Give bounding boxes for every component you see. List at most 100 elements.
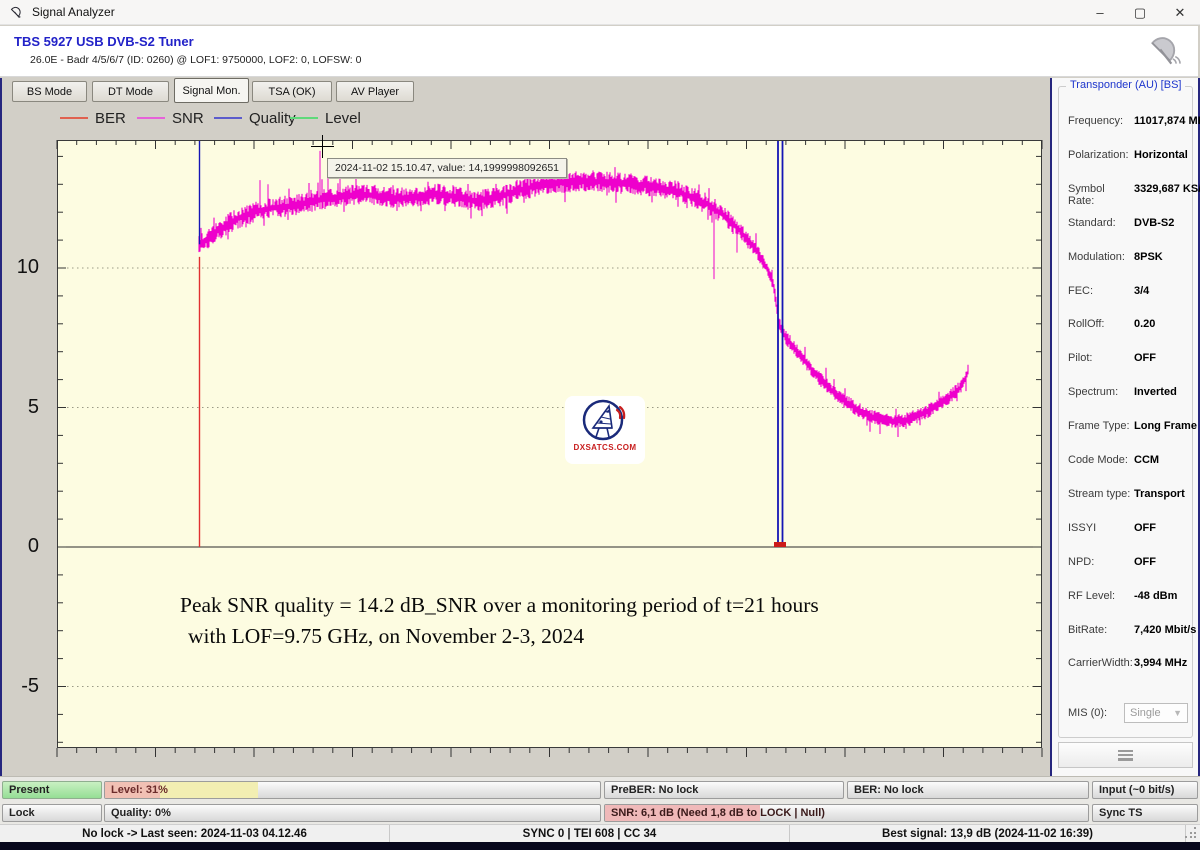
hamburger-icon bbox=[1118, 750, 1133, 761]
legend-line-icon bbox=[290, 117, 318, 119]
annotation-line-1: Peak SNR quality = 14.2 dB_SNR over a mo… bbox=[180, 590, 1040, 621]
resize-grip[interactable] bbox=[1185, 827, 1198, 840]
y-tick-label: 5 bbox=[2, 396, 47, 419]
transponder-row: RF Level:-48 dBm bbox=[1068, 590, 1188, 604]
transponder-field-value: 11017,874 MHz bbox=[1134, 115, 1200, 129]
title-bar: Signal Analyzer – ▢ ✕ bbox=[0, 0, 1200, 25]
header: TBS 5927 USB DVB-S2 Tuner 26.0E - Badr 4… bbox=[0, 26, 1198, 77]
transponder-row: Stream type:Transport bbox=[1068, 488, 1188, 502]
mis-label: MIS (0): bbox=[1068, 707, 1124, 719]
tab-bar: BS ModeDT ModeSignal Mon.TSA (OK)AV Play… bbox=[2, 78, 1048, 104]
legend-item-quality: Quality bbox=[214, 108, 296, 128]
transponder-field-label: RF Level: bbox=[1068, 590, 1134, 604]
signal-monitor-chart: BERSNRQualityLevel 1050-5 2024-11-02 15.… bbox=[2, 104, 1050, 776]
satellite-dish-icon bbox=[1146, 32, 1184, 70]
transponder-row: Standard:DVB-S2 bbox=[1068, 217, 1188, 231]
annotation-line-2: with LOF=9.75 GHz, on November 2-3, 2024 bbox=[180, 621, 1040, 652]
statusbar-section-2: SYNC 0 | TEI 608 | CC 34 bbox=[390, 825, 790, 842]
mis-value: Single bbox=[1130, 707, 1161, 719]
transponder-row: RollOff:0.20 bbox=[1068, 318, 1188, 332]
transponder-field-label: Frame Type: bbox=[1068, 420, 1134, 434]
transponder-field-label: Symbol Rate: bbox=[1068, 183, 1134, 197]
transponder-field-label: Code Mode: bbox=[1068, 454, 1134, 468]
status-bar-text: BER: No lock bbox=[854, 782, 924, 799]
transponder-field-label: NPD: bbox=[1068, 556, 1134, 570]
transponder-field-label: FEC: bbox=[1068, 285, 1134, 299]
statusbar-section-1: No lock -> Last seen: 2024-11-03 04.12.4… bbox=[0, 825, 390, 842]
transponder-group-title: Transponder (AU) [BS] bbox=[1066, 79, 1185, 91]
tab-signal-mon[interactable]: Signal Mon. bbox=[174, 78, 249, 103]
transponder-row: Code Mode:CCM bbox=[1068, 454, 1188, 468]
transponder-field-value: 8PSK bbox=[1134, 251, 1163, 265]
tab-av-player[interactable]: AV Player bbox=[336, 81, 414, 102]
status-bar: No lock -> Last seen: 2024-11-03 04.12.4… bbox=[0, 824, 1200, 842]
legend-item-snr: SNR bbox=[137, 108, 204, 128]
dxsatcs-logo-text: DXSATCS.COM bbox=[574, 443, 637, 452]
transponder-field-label: Spectrum: bbox=[1068, 386, 1134, 400]
transponder-field-label: Pilot: bbox=[1068, 352, 1134, 366]
panel-menu-button[interactable] bbox=[1058, 742, 1193, 768]
chart-plot[interactable] bbox=[57, 140, 1042, 748]
close-button[interactable]: ✕ bbox=[1160, 0, 1200, 25]
transponder-field-value: Transport bbox=[1134, 488, 1185, 502]
status-bar-syncts: Sync TS bbox=[1092, 804, 1198, 822]
transponder-row: Symbol Rate:3329,687 KS/s bbox=[1068, 183, 1188, 197]
transponder-field-value: Horizontal bbox=[1134, 149, 1188, 163]
status-bar-text: SNR: 6,1 dB (Need 1,8 dB to LOCK | Null) bbox=[611, 805, 825, 822]
transponder-sidebar: Transponder (AU) [BS] Frequency:11017,87… bbox=[1050, 78, 1198, 776]
dxsatcs-logo-icon bbox=[579, 398, 631, 444]
minimize-button[interactable]: – bbox=[1080, 0, 1120, 25]
transponder-row: BitRate:7,420 Mbit/s bbox=[1068, 624, 1188, 638]
tab-tsa-ok[interactable]: TSA (OK) bbox=[252, 81, 332, 102]
transponder-field-value: 3,994 MHz bbox=[1134, 657, 1187, 671]
status-bar-text: Present bbox=[9, 782, 49, 799]
data-point-tooltip: 2024-11-02 15.10.47, value: 14,199999809… bbox=[327, 158, 567, 178]
transponder-field-value: -48 dBm bbox=[1134, 590, 1177, 604]
y-tick-label: -5 bbox=[2, 675, 47, 698]
maximize-button[interactable]: ▢ bbox=[1120, 0, 1160, 25]
status-bar-quality: Quality: 0% bbox=[104, 804, 601, 822]
status-bar-text: Level: 31% bbox=[111, 782, 168, 799]
transponder-groupbox: Transponder (AU) [BS] Frequency:11017,87… bbox=[1058, 86, 1193, 738]
window-border-bottom bbox=[0, 842, 1200, 850]
transponder-field-value: CCM bbox=[1134, 454, 1159, 468]
chart-legend: BERSNRQualityLevel bbox=[2, 108, 1042, 128]
status-bar-preber: PreBER: No lock bbox=[604, 781, 844, 799]
mis-dropdown[interactable]: Single ▼ bbox=[1124, 703, 1188, 723]
transponder-field-label: Standard: bbox=[1068, 217, 1134, 231]
statusbar-section-3: Best signal: 13,9 dB (2024-11-02 16:39) bbox=[790, 825, 1186, 842]
legend-line-icon bbox=[214, 117, 242, 119]
transponder-field-label: Stream type: bbox=[1068, 488, 1134, 502]
transponder-field-value: Inverted bbox=[1134, 386, 1177, 400]
tab-bs-mode[interactable]: BS Mode bbox=[12, 81, 87, 102]
status-bar-text: Quality: 0% bbox=[111, 805, 171, 822]
transponder-row: FEC:3/4 bbox=[1068, 285, 1188, 299]
transponder-field-value: OFF bbox=[1134, 556, 1156, 570]
transponder-field-label: BitRate: bbox=[1068, 624, 1134, 638]
transponder-field-value: OFF bbox=[1134, 352, 1156, 366]
transponder-row: ISSYIOFF bbox=[1068, 522, 1188, 536]
legend-label: Level bbox=[325, 110, 361, 127]
crosshair-cursor bbox=[322, 135, 323, 158]
transponder-field-label: Polarization: bbox=[1068, 149, 1134, 163]
tuning-info: 26.0E - Badr 4/5/6/7 (ID: 0260) @ LOF1: … bbox=[30, 54, 361, 66]
transponder-field-value: 3/4 bbox=[1134, 285, 1149, 299]
transponder-field-label: Frequency: bbox=[1068, 115, 1134, 129]
legend-line-icon bbox=[60, 117, 88, 119]
legend-label: Quality bbox=[249, 110, 296, 127]
transponder-row: Frequency:11017,874 MHz bbox=[1068, 115, 1188, 129]
window-title: Signal Analyzer bbox=[32, 5, 115, 19]
transponder-row: Pilot:OFF bbox=[1068, 352, 1188, 366]
transponder-field-value: 3329,687 KS/s bbox=[1134, 183, 1200, 197]
status-bar-lock: Lock bbox=[2, 804, 102, 822]
y-tick-label: 10 bbox=[2, 256, 47, 279]
tab-dt-mode[interactable]: DT Mode bbox=[92, 81, 169, 102]
transponder-field-label: CarrierWidth: bbox=[1068, 657, 1134, 671]
app-dish-icon bbox=[9, 5, 24, 20]
status-bar-text: Input (~0 bit/s) bbox=[1099, 782, 1174, 799]
transponder-field-value: 0.20 bbox=[1134, 318, 1155, 332]
status-indicator-rows: Present Level: 31% PreBER: No lock BER: No … bbox=[0, 776, 1200, 824]
transponder-row: Polarization:Horizontal bbox=[1068, 149, 1188, 163]
transponder-field-value: DVB-S2 bbox=[1134, 217, 1174, 231]
dxsatcs-logo: DXSATCS.COM bbox=[565, 396, 645, 464]
